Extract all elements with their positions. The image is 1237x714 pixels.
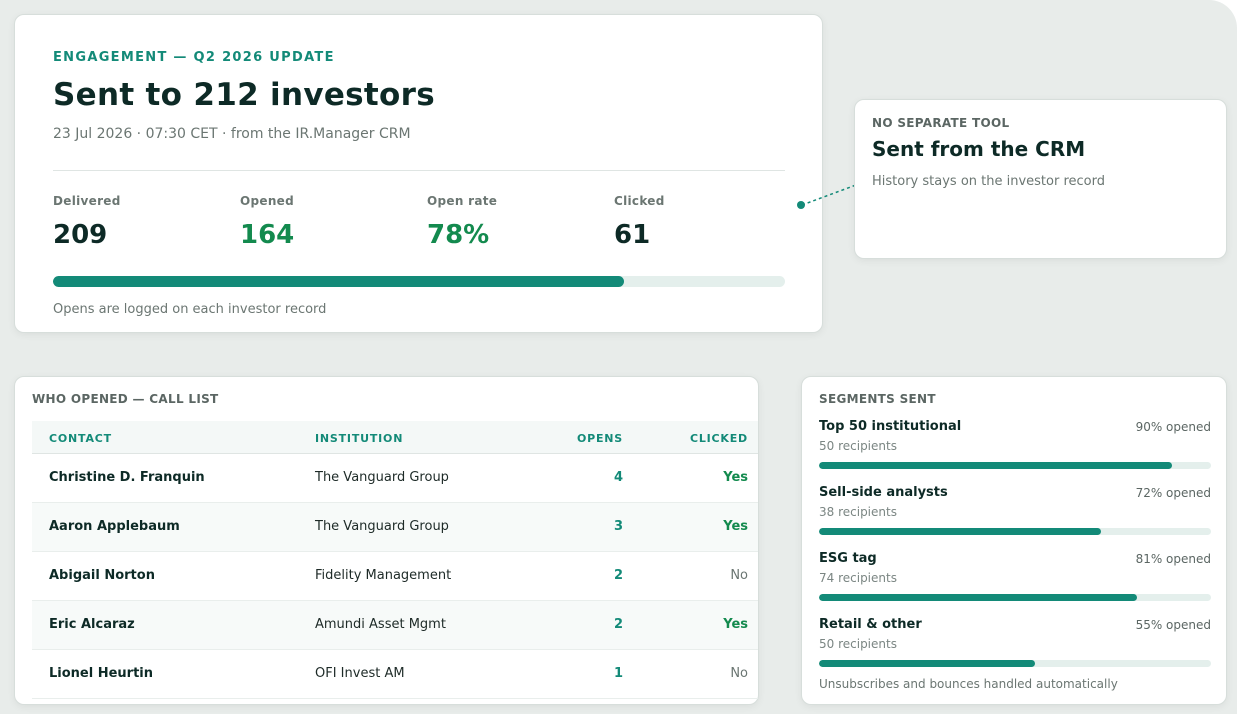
segment-progress-bar	[819, 594, 1211, 601]
segment-open-rate: 90% opened	[1135, 420, 1211, 434]
table-row[interactable]: Eric Alcaraz Amundi Asset Mgmt 2 Yes	[32, 601, 758, 650]
engagement-footnote: Opens are logged on each investor record	[53, 302, 327, 317]
segments-card: SEGMENTS SENT Top 50 institutional 90% o…	[801, 376, 1227, 705]
clicked-status: No	[730, 666, 748, 681]
table-row[interactable]: Lionel Heurtin OFI Invest AM 1 No	[32, 650, 758, 699]
segment-name: Top 50 institutional	[819, 419, 962, 434]
segment-progress-bar	[819, 528, 1211, 535]
segment-name: Sell-side analysts	[819, 485, 948, 500]
institution-name: Amundi Asset Mgmt	[315, 617, 446, 632]
table-row[interactable]: Aaron Applebaum The Vanguard Group 3 Yes	[32, 503, 758, 552]
segment-progress-fill	[819, 660, 1035, 667]
open-rate-progress-bar	[53, 276, 785, 287]
contact-name[interactable]: Christine D. Franquin	[49, 470, 205, 485]
opens-count: 2	[613, 568, 623, 583]
institution-name: OFI Invest AM	[315, 666, 405, 681]
callout-eyebrow: NO SEPARATE TOOL	[872, 116, 1010, 130]
connector-dot	[797, 201, 805, 209]
column-header-opens[interactable]: OPENS	[577, 432, 623, 445]
stat-opened: Opened 164	[240, 194, 420, 250]
segment-progress-bar	[819, 462, 1211, 469]
contact-name[interactable]: Abigail Norton	[49, 568, 155, 583]
segments-title: SEGMENTS SENT	[819, 392, 936, 406]
callout-card: NO SEPARATE TOOL Sent from the CRM Histo…	[854, 99, 1227, 259]
institution-name: The Vanguard Group	[315, 519, 449, 534]
clicked-status: Yes	[723, 470, 748, 485]
stat-label: Delivered	[53, 194, 121, 208]
stat-delivered: Delivered 209	[53, 194, 233, 250]
segment-open-rate: 72% opened	[1135, 486, 1211, 500]
segment-open-rate: 81% opened	[1135, 552, 1211, 566]
segments-footnote: Unsubscribes and bounces handled automat…	[819, 677, 1118, 691]
segment-progress-fill	[819, 528, 1102, 535]
opens-count: 4	[613, 470, 623, 485]
clicked-status: No	[730, 568, 748, 583]
callout-text: History stays on the investor record	[872, 174, 1105, 189]
contact-name[interactable]: Lionel Heurtin	[49, 666, 153, 681]
segment-name: ESG tag	[819, 551, 877, 566]
contact-name[interactable]: Eric Alcaraz	[49, 617, 135, 632]
stat-clicked: Clicked 61	[614, 194, 794, 250]
opens-count: 1	[613, 666, 623, 681]
callout-title: Sent from the CRM	[872, 137, 1086, 161]
institution-name: The Vanguard Group	[315, 470, 449, 485]
opens-count: 2	[613, 617, 623, 632]
stat-label: Open rate	[427, 194, 498, 208]
column-header-contact[interactable]: CONTACT	[49, 432, 112, 445]
opens-count: 3	[613, 519, 623, 534]
call-list-title: WHO OPENED — CALL LIST	[32, 392, 219, 406]
stat-label: Opened	[240, 194, 295, 208]
page-title: Sent to 212 investors	[53, 77, 435, 113]
segment-recipients: 50 recipients	[819, 439, 897, 453]
segment-open-rate: 55% opened	[1135, 618, 1211, 632]
stat-label: Clicked	[614, 194, 665, 208]
column-header-institution[interactable]: INSTITUTION	[315, 432, 403, 445]
segment-progress-fill	[819, 462, 1172, 469]
contact-name[interactable]: Aaron Applebaum	[49, 519, 180, 534]
segment-recipients: 50 recipients	[819, 637, 897, 651]
engagement-eyebrow: ENGAGEMENT — Q2 2026 UPDATE	[53, 50, 335, 65]
stat-open-rate: Open rate 78%	[427, 194, 607, 250]
clicked-status: Yes	[723, 617, 748, 632]
divider	[53, 170, 785, 171]
table-row[interactable]: Abigail Norton Fidelity Management 2 No	[32, 552, 758, 601]
segment-name: Retail & other	[819, 617, 922, 632]
call-list-card: WHO OPENED — CALL LIST CONTACT INSTITUTI…	[14, 376, 759, 705]
connector-line	[801, 184, 857, 206]
stat-value: 209	[53, 220, 108, 250]
stat-value: 61	[614, 220, 651, 250]
open-rate-progress-fill	[53, 276, 624, 287]
table-row[interactable]: Christine D. Franquin The Vanguard Group…	[32, 454, 758, 503]
segment-progress-bar	[819, 660, 1211, 667]
column-header-clicked[interactable]: CLICKED	[690, 432, 748, 445]
segment-recipients: 38 recipients	[819, 505, 897, 519]
stat-value: 164	[240, 220, 295, 250]
segment-recipients: 74 recipients	[819, 571, 897, 585]
table-header: CONTACT INSTITUTION OPENS CLICKED	[32, 421, 758, 454]
engagement-card: ENGAGEMENT — Q2 2026 UPDATE Sent to 212 …	[14, 14, 823, 333]
clicked-status: Yes	[723, 519, 748, 534]
callout-connector	[797, 184, 857, 209]
stat-value: 78%	[427, 220, 490, 250]
institution-name: Fidelity Management	[315, 568, 452, 583]
send-details: 23 Jul 2026 · 07:30 CET · from the IR.Ma…	[53, 126, 411, 142]
segment-progress-fill	[819, 594, 1137, 601]
call-list-table: CONTACT INSTITUTION OPENS CLICKED Christ…	[32, 421, 758, 699]
